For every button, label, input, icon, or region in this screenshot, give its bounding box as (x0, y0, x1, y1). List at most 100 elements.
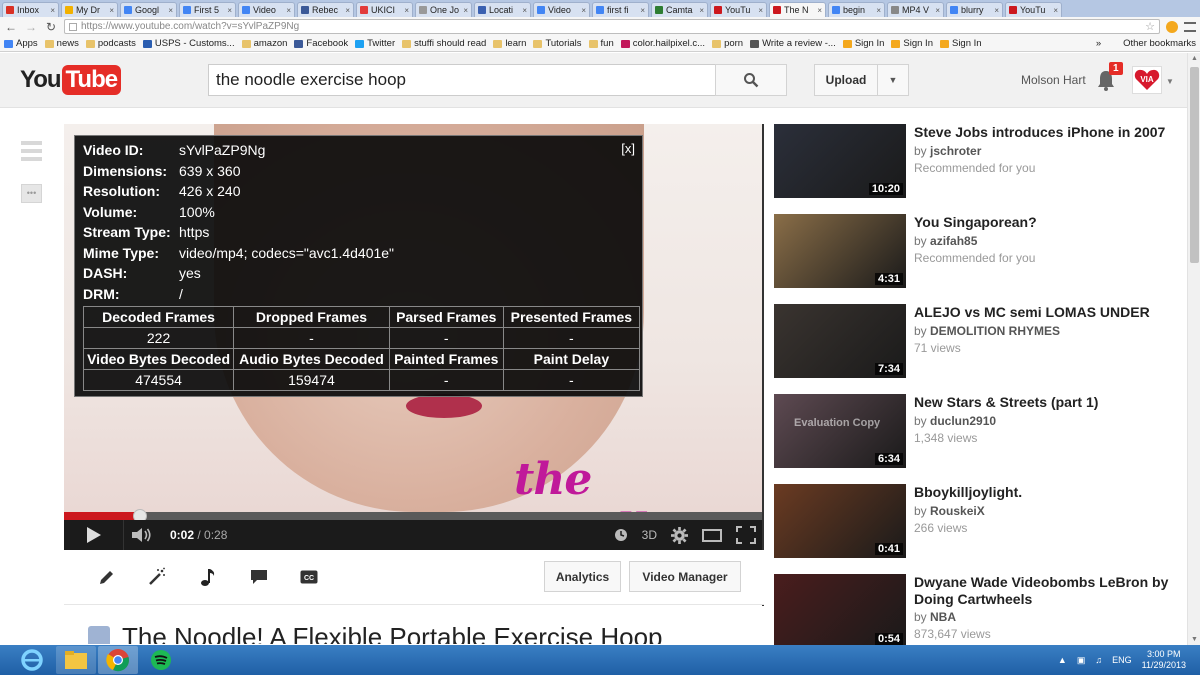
browser-tab[interactable]: The N × (769, 2, 826, 17)
related-title[interactable]: ALEJO vs MC semi LOMAS UNDER (914, 304, 1180, 321)
channel-name[interactable]: DEMOLITION RHYMES (930, 324, 1060, 338)
more-icon[interactable]: ••• (21, 184, 42, 203)
related-video-item[interactable]: 0:54 Dwyane Wade Videobombs LeBron by Doi… (774, 574, 1179, 649)
upload-dropdown-button[interactable]: ▼ (877, 64, 909, 96)
related-thumbnail[interactable]: 4:31 (774, 214, 906, 288)
clock[interactable]: 3:00 PM 11/29/2013 (1142, 649, 1186, 671)
tab-close-icon[interactable]: × (1053, 6, 1058, 15)
browser-tab[interactable]: MP4 V × (887, 2, 944, 17)
channel-name[interactable]: duclun2910 (930, 414, 996, 428)
browser-tab[interactable]: Googl × (120, 2, 177, 17)
tab-close-icon[interactable]: × (345, 6, 350, 15)
menu-icon[interactable] (1184, 21, 1196, 32)
upload-button[interactable]: Upload (814, 64, 878, 96)
channel-name[interactable]: NBA (930, 610, 956, 624)
related-channel[interactable]: by duclun2910 (914, 414, 996, 428)
file-explorer-icon[interactable] (56, 646, 96, 674)
bookmark-item[interactable]: amazon (241, 38, 287, 49)
page-scrollbar[interactable]: ▲ ▼ (1187, 53, 1200, 645)
bookmark-item[interactable]: Sign In (891, 38, 933, 49)
browser-tab[interactable]: First 5 × (179, 2, 236, 17)
browser-tab[interactable]: Rebec × (297, 2, 354, 17)
account-caret-icon[interactable]: ▼ (1166, 77, 1174, 86)
bookmark-item[interactable]: Sign In (939, 38, 982, 49)
tab-close-icon[interactable]: × (699, 6, 704, 15)
browser-tab[interactable]: One Jo × (415, 2, 472, 17)
related-thumbnail[interactable]: 0:54 (774, 574, 906, 648)
related-thumbnail[interactable]: Evaluation Copy 6:34 (774, 394, 906, 468)
chrome-icon[interactable] (98, 646, 138, 674)
bookmark-item[interactable]: Facebook (294, 38, 348, 49)
analytics-button[interactable]: Analytics (544, 561, 621, 592)
tab-close-icon[interactable]: × (817, 6, 822, 15)
bookmark-item[interactable]: Tutorials (533, 38, 582, 49)
browser-tab[interactable]: YouTu × (1005, 2, 1062, 17)
related-video-item[interactable]: 0:41 Bboykilljoylight. by RouskeiX 266 view… (774, 484, 1179, 559)
extension-icon[interactable] (1166, 20, 1178, 33)
browser-tab[interactable]: My Dr × (61, 2, 118, 17)
bookmark-item[interactable]: Sign In (842, 38, 884, 49)
avatar[interactable]: VIA (1132, 66, 1162, 94)
internet-explorer-icon[interactable] (12, 646, 52, 674)
youtube-logo[interactable]: You Tube (20, 65, 122, 95)
tab-close-icon[interactable]: × (109, 6, 114, 15)
channel-name[interactable]: jschroter (930, 144, 981, 158)
bookmark-item[interactable]: podcasts (85, 38, 136, 49)
browser-tab[interactable]: Inbox × (2, 2, 59, 17)
bookmark-item[interactable]: Twitter (355, 38, 395, 49)
bookmark-item[interactable]: news (44, 38, 79, 49)
bookmark-item[interactable]: Write a review -... (750, 38, 836, 49)
user-name[interactable]: Molson Hart (1021, 73, 1086, 87)
scrollbar-thumb[interactable] (1190, 67, 1199, 263)
captions-cc-icon[interactable]: CC (298, 567, 320, 587)
edit-pencil-icon[interactable] (96, 567, 118, 587)
related-title[interactable]: New Stars & Streets (part 1) (914, 394, 1180, 411)
bookmark-item[interactable]: Apps (4, 38, 38, 49)
tab-close-icon[interactable]: × (876, 6, 881, 15)
enhancements-wand-icon[interactable] (146, 567, 168, 587)
play-button[interactable] (64, 520, 124, 550)
channel-name[interactable]: azifah85 (930, 234, 977, 248)
stats-close-button[interactable]: [x] (621, 141, 635, 156)
related-thumbnail[interactable]: 10:20 (774, 124, 906, 198)
spotify-icon[interactable] (141, 646, 181, 674)
related-video-item[interactable]: 7:34 ALEJO vs MC semi LOMAS UNDER by DEMOL… (774, 304, 1179, 379)
browser-tab[interactable]: first fi × (592, 2, 649, 17)
chevron-icon[interactable]: » (1096, 38, 1101, 49)
forward-arrow-icon[interactable]: → (24, 20, 38, 34)
tab-close-icon[interactable]: × (758, 6, 763, 15)
bookmark-star-icon[interactable]: ☆ (1145, 20, 1155, 33)
bookmark-item[interactable]: porn (712, 38, 743, 49)
network-icon[interactable]: ▣ (1077, 655, 1086, 666)
audio-note-icon[interactable] (197, 567, 219, 587)
tray-expand-icon[interactable]: ▲ (1058, 655, 1067, 665)
browser-tab[interactable]: Camta × (651, 2, 708, 17)
tab-close-icon[interactable]: × (50, 6, 55, 15)
browser-tab[interactable]: YouTu × (710, 2, 767, 17)
video-manager-button[interactable]: Video Manager (629, 561, 741, 592)
related-channel[interactable]: by RouskeiX (914, 504, 985, 518)
related-title[interactable]: Bboykilljoylight. (914, 484, 1180, 501)
related-video-item[interactable]: Evaluation Copy 6:34 New Stars & Streets (… (774, 394, 1179, 469)
bookmark-item[interactable]: fun (588, 38, 614, 49)
tab-close-icon[interactable]: × (168, 6, 173, 15)
browser-tab[interactable]: blurry × (946, 2, 1003, 17)
speaker-icon[interactable]: ♫ (1095, 655, 1102, 665)
bookmark-item[interactable]: learn (493, 38, 526, 49)
related-title[interactable]: Dwyane Wade Videobombs LeBron by Doing C… (914, 574, 1180, 608)
related-video-item[interactable]: 10:20 Steve Jobs introduces iPhone in 200… (774, 124, 1179, 199)
3d-toggle[interactable]: 3D (642, 528, 657, 542)
related-title[interactable]: You Singaporean? (914, 214, 1180, 231)
tab-close-icon[interactable]: × (404, 6, 409, 15)
channel-thumbnail[interactable] (88, 626, 110, 644)
browser-tab[interactable]: Video × (238, 2, 295, 17)
tab-close-icon[interactable]: × (227, 6, 232, 15)
bookmark-item[interactable]: USPS - Customs... (142, 38, 235, 49)
related-title[interactable]: Steve Jobs introduces iPhone in 2007 (914, 124, 1180, 141)
browser-tab[interactable]: Locati × (474, 2, 531, 17)
related-channel[interactable]: by azifah85 (914, 234, 977, 248)
related-channel[interactable]: by NBA (914, 610, 956, 624)
related-channel[interactable]: by DEMOLITION RHYMES (914, 324, 1060, 338)
browser-tab[interactable]: Video × (533, 2, 590, 17)
bookmark-item[interactable]: color.hailpixel.c... (620, 38, 705, 49)
